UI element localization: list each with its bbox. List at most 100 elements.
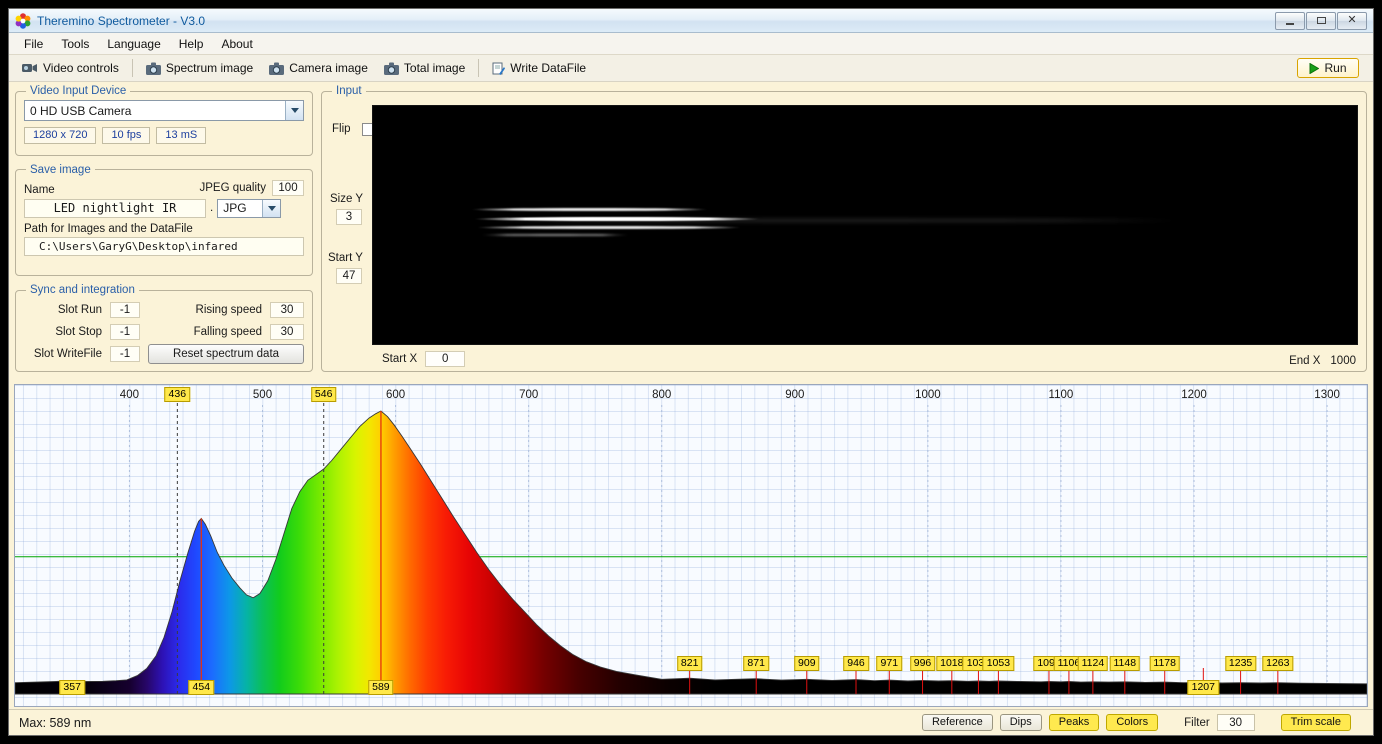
video-input-group-label: Video Input Device [30, 85, 127, 97]
wavelength-marker-label: 589 [368, 680, 394, 695]
slot-stop-label: Slot Stop [55, 326, 102, 338]
total-image-button[interactable]: Total image [377, 58, 472, 78]
camera-image-button[interactable]: Camera image [262, 58, 375, 78]
peak-label: 1148 [1109, 656, 1141, 671]
flip-label: Flip [332, 123, 351, 135]
size-y-label: Size Y [330, 193, 364, 205]
spectrum-area [15, 410, 1367, 695]
resolution-badge[interactable]: 1280 x 720 [24, 127, 97, 144]
left-column: Video Input Device 0 HD USB Camera 1280 … [15, 85, 313, 380]
run-label: Run [1324, 61, 1347, 75]
toolbar-separator [131, 59, 133, 77]
start-y-label: Start Y [328, 252, 363, 264]
wavelength-marker-label: 454 [188, 680, 215, 695]
input-group: Input Flip Size Y 3 Start Y 47 Start X 0… [321, 85, 1367, 372]
peak-label: 996 [909, 656, 936, 671]
x-axis-tick-label: 1300 [1314, 389, 1340, 401]
video-info-row: 1280 x 720 10 fps 13 mS [24, 127, 304, 144]
maximize-icon [1316, 17, 1326, 24]
x-axis-tick-label: 700 [519, 389, 539, 401]
colors-button[interactable]: Colors [1106, 714, 1159, 731]
datafile-icon [492, 62, 506, 75]
image-name-field[interactable]: LED nightlight IR [24, 198, 206, 218]
end-x-label: End X [1289, 355, 1321, 367]
window-controls: ✕ [1274, 11, 1367, 30]
spectrum-image-button[interactable]: Spectrum image [139, 58, 260, 78]
write-datafile-label: Write DataFile [510, 61, 587, 75]
slot-stop-field[interactable]: -1 [110, 324, 140, 340]
start-x-field[interactable]: 0 [425, 351, 466, 367]
run-button[interactable]: Run [1297, 58, 1359, 78]
peak-label: 1263 [1262, 656, 1294, 671]
camera-icon [383, 62, 399, 75]
filter-field[interactable]: 30 [1216, 714, 1255, 731]
titlebar: Theremino Spectrometer - V3.0 ✕ [9, 9, 1373, 33]
camera-image-label: Camera image [289, 61, 368, 75]
format-select[interactable]: JPG [217, 198, 282, 218]
trim-scale-button[interactable]: Trim scale [1280, 714, 1351, 731]
video-device-value: 0 HD USB Camera [30, 103, 132, 118]
menu-help[interactable]: Help [170, 35, 213, 53]
chevron-down-icon[interactable] [285, 101, 303, 120]
menu-about[interactable]: About [212, 35, 261, 53]
video-camera-icon [22, 64, 37, 72]
x-axis-tick-label: 600 [386, 389, 406, 401]
app-icon [15, 12, 31, 29]
latency-badge[interactable]: 13 mS [156, 127, 207, 144]
dips-button[interactable]: Dips [999, 714, 1042, 731]
camera-preview[interactable] [372, 105, 1358, 345]
peak-label: 1235 [1224, 656, 1257, 671]
peak-label: 946 [843, 656, 869, 671]
app-window: Theremino Spectrometer - V3.0 ✕ File Too… [8, 8, 1374, 736]
menu-tools[interactable]: Tools [52, 35, 98, 53]
falling-speed-label: Falling speed [193, 326, 262, 338]
x-axis-tick-label: 800 [652, 389, 672, 401]
rising-speed-field[interactable]: 30 [270, 302, 304, 318]
falling-speed-field[interactable]: 30 [270, 324, 304, 340]
slot-writefile-label: Slot WriteFile [33, 348, 102, 360]
slot-writefile-field[interactable]: -1 [110, 346, 140, 362]
menu-file[interactable]: File [15, 35, 52, 53]
diffraction-smear [481, 219, 1190, 223]
spectrum-chart-canvas[interactable]: 400 500 600 700 800 900 1000 1100 1200 1300 436 546… [14, 384, 1368, 707]
video-controls-label: Video controls [43, 61, 119, 75]
maximize-button[interactable] [1306, 11, 1336, 30]
chevron-down-icon[interactable] [262, 199, 281, 217]
jpeg-quality-label: JPEG quality [199, 181, 266, 194]
write-datafile-button[interactable]: Write DataFile [485, 58, 593, 78]
slot-run-field[interactable]: -1 [110, 302, 140, 318]
spectrum-image-label: Spectrum image [165, 61, 254, 75]
wavelength-marker-label: 1207 [1187, 680, 1219, 695]
jpeg-quality-field[interactable]: 100 [272, 179, 304, 196]
peak-label: 821 [676, 656, 703, 671]
close-button[interactable]: ✕ [1337, 11, 1367, 30]
peaks-button[interactable]: Peaks [1048, 714, 1100, 731]
x-axis-tick-label: 900 [785, 389, 805, 401]
format-value: JPG [223, 201, 247, 216]
main-panels: Video Input Device 0 HD USB Camera 1280 … [9, 82, 1373, 382]
x-axis-tick-label: 400 [119, 389, 139, 401]
dot-separator: . [210, 202, 214, 215]
x-axis-tick-label: 1200 [1181, 389, 1207, 401]
diffraction-streak [471, 208, 708, 212]
peak-label: 909 [794, 656, 820, 671]
size-y-field[interactable]: 3 [336, 209, 362, 225]
sync-group-label: Sync and integration [30, 284, 135, 296]
start-y-field[interactable]: 47 [336, 268, 362, 284]
toolbar: Video controls Spectrum image Camera ima… [9, 55, 1373, 82]
reset-spectrum-button[interactable]: Reset spectrum data [148, 344, 304, 364]
menu-language[interactable]: Language [98, 35, 169, 53]
camera-icon [269, 62, 285, 75]
peak-label: 871 [743, 656, 769, 671]
x-axis-tick-label: 1100 [1048, 389, 1074, 401]
fps-badge[interactable]: 10 fps [102, 127, 151, 144]
reference-button[interactable]: Reference [921, 714, 993, 731]
video-device-select[interactable]: 0 HD USB Camera [24, 100, 304, 121]
path-field[interactable]: C:\Users\GaryG\Desktop\infared [24, 236, 304, 256]
x-axis-tick-label: 1000 [915, 389, 941, 401]
peak-label: 1124 [1077, 656, 1109, 671]
play-icon [1309, 62, 1320, 74]
video-controls-button[interactable]: Video controls [15, 58, 126, 78]
end-x-value[interactable]: 1000 [1330, 355, 1356, 367]
minimize-button[interactable] [1275, 11, 1305, 30]
